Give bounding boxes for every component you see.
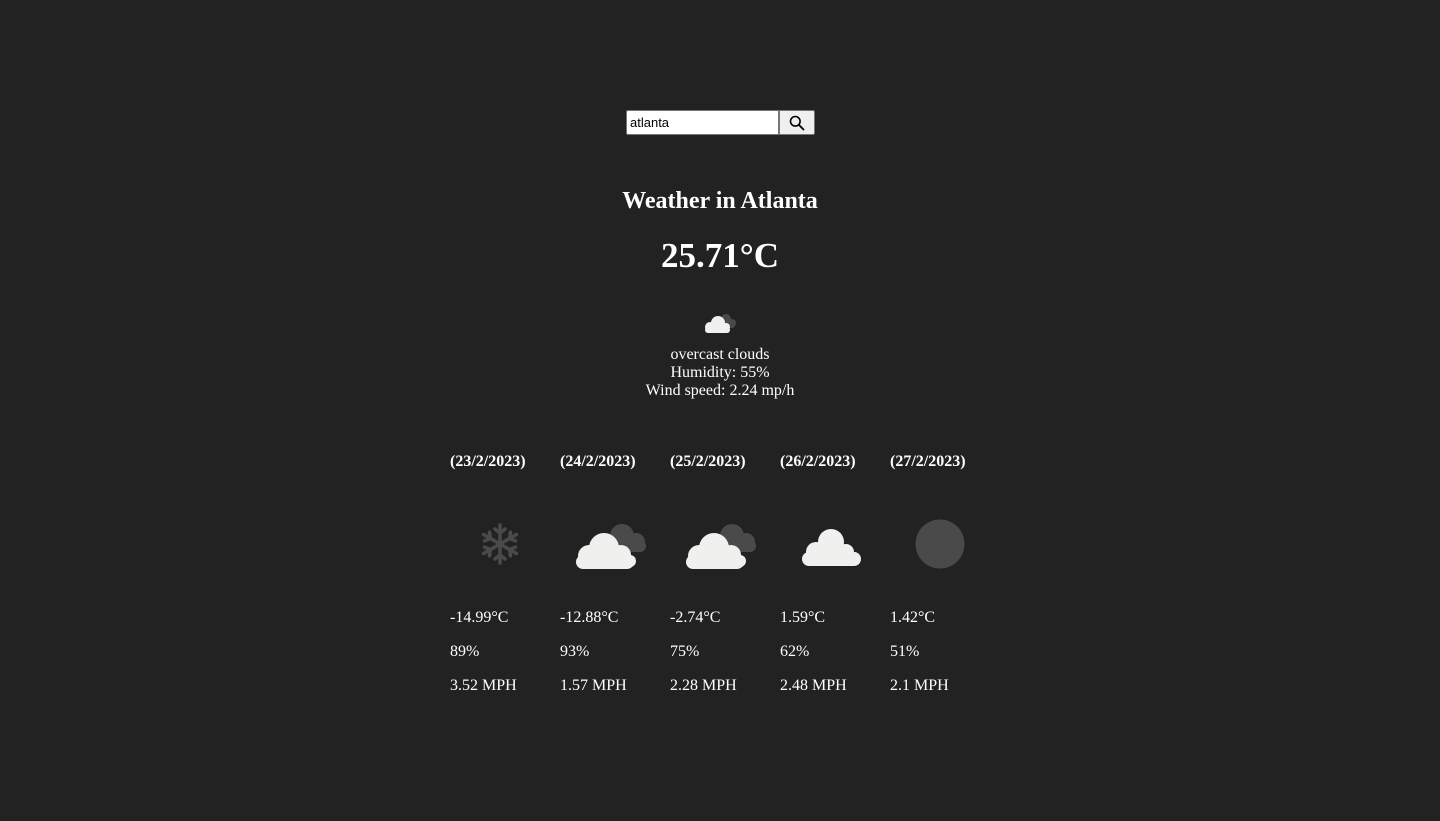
search-button[interactable] — [779, 110, 815, 135]
forecast-humidity: 62% — [780, 643, 810, 660]
forecast-temperature: 1.42°C — [890, 609, 936, 626]
forecast-humidity: 75% — [670, 643, 700, 660]
humidity-text: Humidity: 55% — [670, 364, 770, 381]
current-details: overcast clouds Humidity: 55% Wind speed… — [0, 346, 1440, 400]
forecast-temperature: -2.74°C — [670, 609, 721, 626]
city-title: Weather in Atlanta — [622, 188, 818, 214]
forecast-date: (27/2/2023) — [890, 453, 966, 470]
forecast-humidity: 93% — [560, 643, 590, 660]
forecast-date: (26/2/2023) — [780, 453, 856, 470]
forecast-wind: 2.28 MPH — [670, 677, 737, 694]
wind-speed-text: Wind speed: 2.24 mp/h — [645, 382, 795, 399]
forecast-date: (25/2/2023) — [670, 453, 746, 470]
forecast-date: (23/2/2023) — [450, 453, 526, 470]
forecast-humidity: 51% — [890, 643, 920, 660]
current-temperature: 25.71°C — [660, 236, 780, 275]
search-bar — [626, 110, 815, 136]
snow-icon — [481, 523, 519, 565]
forecast-date: (24/2/2023) — [560, 453, 636, 470]
overcast-clouds-icon — [576, 524, 646, 569]
city-search-input[interactable] — [626, 110, 779, 135]
overcast-clouds-icon — [686, 524, 756, 569]
forecast-humidity: 89% — [450, 643, 480, 660]
forecast-wind: 2.48 MPH — [780, 677, 847, 694]
weather-description: overcast clouds — [670, 346, 770, 363]
search-icon — [789, 115, 805, 130]
forecast-temperature: 1.59°C — [780, 609, 826, 626]
forecast-temperature: -12.88°C — [560, 609, 619, 626]
weather-page: Weather in Atlanta 25.71°C overcast clou… — [0, 0, 1440, 821]
mist-icon — [915, 519, 965, 569]
forecast-wind: 3.52 MPH — [450, 677, 517, 694]
cloud-icon — [802, 529, 861, 566]
forecast-temperature: -14.99°C — [450, 609, 509, 626]
forecast-wind: 2.1 MPH — [890, 677, 949, 694]
forecast-wind: 1.57 MPH — [560, 677, 627, 694]
overcast-clouds-icon — [705, 314, 736, 333]
